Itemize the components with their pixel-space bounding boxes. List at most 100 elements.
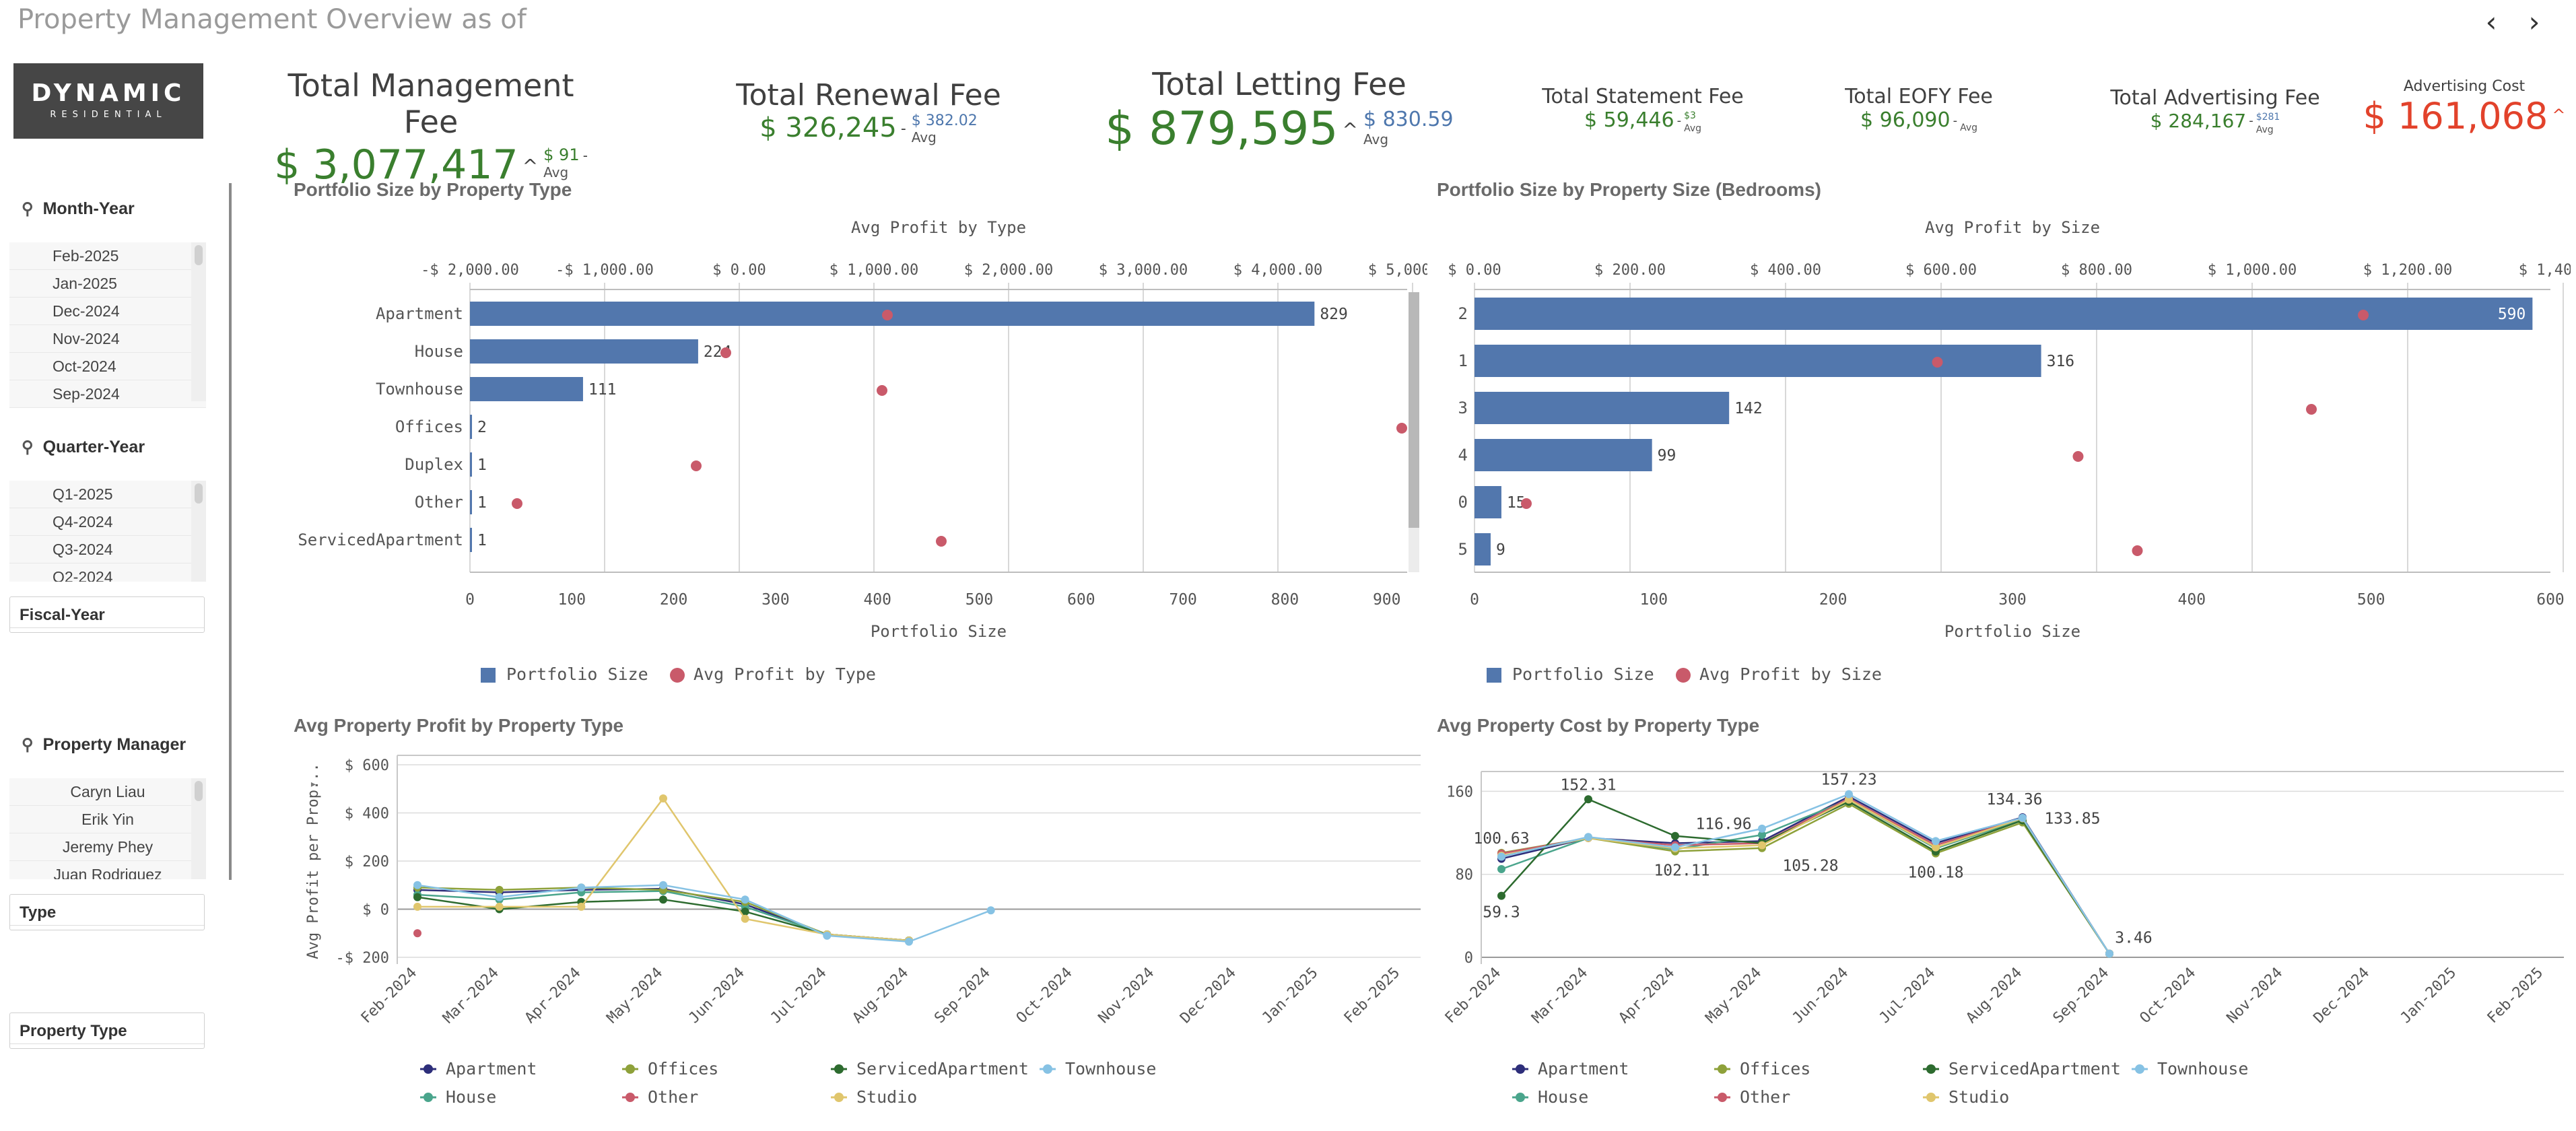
x-axis-title: Portfolio Size [1944,622,2080,641]
data-label: 100.18 [1907,864,1963,882]
list-item[interactable]: Jan-2025 [9,270,206,298]
kpi-avg-label: Avg [1363,131,1389,147]
bar-value-label: 111 [588,381,617,399]
profit-dot [720,347,731,358]
filter-property-type[interactable]: Property Type [9,1013,205,1049]
bar [1475,392,1730,424]
kpi-renewal-fee: Total Renewal Fee $ 326,245 - $ 382.02 A… [727,78,1010,145]
search-icon[interactable]: ⚲ [22,735,34,755]
x-axis-title: Portfolio Size [871,622,1007,641]
kpi-avg-label: Avg [543,164,569,180]
scrollbar-thumb [1409,292,1419,528]
bar [1475,439,1652,471]
top-tick-label: $ 5,000.00 [1368,262,1427,279]
profit-dot [877,385,887,396]
filter-month-year-list[interactable]: Feb-2025 Jan-2025 Dec-2024 Nov-2024 Oct-… [9,242,206,408]
top-axis-title: Avg Profit by Size [1925,218,2100,237]
kpi-avg-label: Avg [2256,125,2274,135]
list-item[interactable]: Feb-2025 [9,242,206,270]
kpi-value: $ 161,068 [2363,95,2548,137]
x-tick-label: Dec-2024 [1177,965,1240,1027]
bar-chart-portfolio-by-size[interactable]: Avg Profit by Size $ 0.00 $ 200.00 $ 400.00… [1433,209,2571,693]
legend-label: House [1538,1087,1588,1107]
bar-value-label: 1 [477,532,487,549]
kpi-label: Advertising Cost [2403,78,2526,95]
y-tick-label: $ 600 [345,757,389,774]
chart-title: Portfolio Size by Property Size (Bedroom… [1437,179,1821,200]
filter-fiscal-year[interactable]: Fiscal-Year [9,596,205,633]
kpi-management-fee: Total Management Fee $ 3,077,417 ^ $ 91 … [269,67,592,188]
scrollbar-thumb[interactable] [195,781,203,801]
bar-value-label: 829 [1320,306,1348,323]
legend-label: Avg Profit by Type [693,664,876,684]
line-chart-avg-profit[interactable]: $ 600 $ 400 $ 200 $ 0 -$ 200 Avg Profit per P… [290,747,1427,1124]
profit-dot [936,536,947,547]
list-item[interactable]: Nov-2024 [9,325,206,353]
x-tick-label: Mar-2024 [1529,965,1592,1027]
scrollbar-thumb[interactable] [195,245,203,265]
x-tick-label: 500 [965,591,994,609]
filter-type[interactable]: Type [9,894,205,930]
top-axis-title: Avg Profit by Type [851,218,1026,237]
x-tick-label: Feb-2024 [1442,965,1505,1027]
scrollbar[interactable] [191,242,206,401]
list-item[interactable]: Oct-2024 [9,353,206,380]
category-label: House [415,342,463,361]
category-label: 4 [1458,446,1468,465]
top-tick-label: $ 400.00 [1750,262,1821,279]
kpi-trend-icon: - [1676,114,1682,128]
list-item[interactable]: Q3-2024 [9,536,206,563]
x-tick-label: 600 [1067,591,1095,609]
category-label: Offices [395,417,463,436]
page-title: Property Management Overview as of [18,4,527,35]
list-item[interactable]: Caryn Liau [9,778,206,806]
kpi-value: $ 326,245 [759,112,897,143]
series-point [1758,824,1766,833]
chevron-right-icon[interactable]: › [2518,5,2550,38]
legend-swatch [1926,1064,1936,1074]
list-item[interactable]: Q1-2025 [9,481,206,508]
chevron-left-icon[interactable]: ‹ [2475,5,2507,38]
list-item[interactable]: Q2-2024 [9,563,206,582]
logo: DYNAMIC RESIDENTIAL [13,63,203,139]
series-point [1497,891,1505,900]
bar-chart-portfolio-by-type[interactable]: Avg Profit by Type -$ 2,000.00 -$ 1,000.00… [290,209,1427,693]
scrollbar-thumb[interactable] [195,483,203,504]
x-tick-label: Aug-2024 [850,965,912,1027]
list-item[interactable]: Q4-2024 [9,508,206,536]
line-chart-avg-cost[interactable]: 160 80 0Feb-2024 Mar-2024 Apr-2024 May-2024 Ju… [1433,747,2571,1124]
filter-quarter-year-list[interactable]: Q1-2025 Q4-2024 Q3-2024 Q2-2024 [9,481,206,582]
x-tick-label: Feb-2025 [2484,965,2547,1027]
bar [1475,345,2041,377]
list-item[interactable]: Sep-2024 [9,380,206,408]
legend-swatch [1487,668,1501,683]
search-icon[interactable]: ⚲ [22,199,34,219]
top-tick-label: $ 600.00 [1905,262,1977,279]
kpi-advertising-fee: Total Advertising Fee $ 284,167 - $281 A… [2094,86,2336,135]
category-label: Townhouse [376,380,463,399]
filter-property-manager-list[interactable]: Caryn Liau Erik Yin Jeremy Phey Juan Rod… [9,778,206,879]
kpi-statement-fee: Total Statement Fee $ 59,446 - $3 Avg [1528,85,1757,134]
filter-title-label: Type [20,903,57,922]
filter-title-label: Month-Year [42,199,135,218]
search-icon[interactable]: ⚲ [22,438,34,457]
category-label: ServicedApartment [298,530,463,549]
y-tick-label: 160 [1446,784,1473,800]
series-line [417,896,910,942]
bar [470,490,472,514]
x-tick-label: Nov-2024 [2224,965,2286,1027]
list-item[interactable]: Erik Yin [9,806,206,833]
series-point [1845,790,1853,798]
x-tick-label: Jul-2024 [768,965,830,1027]
list-item[interactable]: Jeremy Phey [9,833,206,861]
legend-label: Studio [856,1087,917,1107]
list-item[interactable]: Dec-2024 [9,298,206,325]
filter-title-label: Quarter-Year [42,438,145,456]
list-item[interactable]: Juan Rodriguez [9,861,206,879]
y-tick-label: $ 200 [345,854,389,870]
top-tick-label: $ 0.00 [1448,262,1501,279]
bar-value-label: 316 [2047,353,2075,370]
legend-swatch [423,1093,433,1102]
x-tick-label: Jan-2025 [1259,965,1322,1027]
x-tick-label: Feb-2024 [358,965,421,1027]
